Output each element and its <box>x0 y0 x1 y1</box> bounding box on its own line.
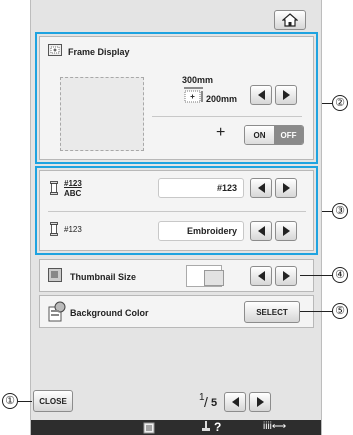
frame-display-panel: Frame Display 300mm 200mm + ON OFF <box>39 36 314 160</box>
thread-display-panel: #123 ABC #123 #123 Embroidery <box>39 170 314 251</box>
frame-size-right-button[interactable] <box>275 85 297 105</box>
thumbnail-size-panel: Thumbnail Size <box>39 259 314 292</box>
arrow-right-icon <box>282 271 290 281</box>
arrow-left-icon <box>257 226 265 236</box>
home-icon <box>282 13 298 27</box>
presser-foot-icon[interactable] <box>201 421 211 434</box>
callout-5-line <box>300 311 332 312</box>
toggle-off-option[interactable]: OFF <box>274 126 303 144</box>
arrow-right-icon <box>256 397 264 407</box>
arrow-right-icon <box>282 183 290 193</box>
page-prev-button[interactable] <box>224 392 246 412</box>
background-color-label: Background Color <box>70 308 149 318</box>
thumbnail-preview-small <box>204 270 224 286</box>
callout-3: ③ <box>332 203 348 219</box>
frame-display-toggle[interactable]: ON OFF <box>244 125 304 145</box>
thumbnail-icon <box>48 268 62 282</box>
callout-4-line <box>300 275 332 276</box>
frame-size-left-button[interactable] <box>250 85 272 105</box>
thread-number-label: #123 <box>64 179 82 188</box>
arrow-left-icon <box>231 397 239 407</box>
page-total: 5 <box>211 397 218 409</box>
thread-number-value: #123 <box>158 178 244 198</box>
frame-size-icon <box>184 87 203 103</box>
background-color-panel: Background Color SELECT <box>39 295 314 328</box>
thumbnail-size-right-button[interactable] <box>275 266 297 286</box>
callout-1: ① <box>2 393 18 409</box>
thread-divider <box>48 211 306 212</box>
page-slash: / <box>204 394 208 410</box>
home-button[interactable] <box>274 10 306 30</box>
thumbnail-size-left-button[interactable] <box>250 266 272 286</box>
arrow-left-icon <box>257 271 265 281</box>
callout-2: ② <box>332 95 348 111</box>
frame-height-value: 200mm <box>206 94 238 104</box>
callout-5: ⑤ <box>332 303 348 319</box>
callout-1-line <box>18 401 32 402</box>
settings-screen: Frame Display 300mm 200mm + ON OFF #123 … <box>30 0 322 435</box>
thread-brand-right-button[interactable] <box>275 221 297 241</box>
arrow-right-icon <box>282 226 290 236</box>
thread-spool-icon <box>50 181 58 195</box>
list-icon[interactable] <box>143 422 155 434</box>
arrow-right-icon <box>282 90 290 100</box>
arrow-left-icon <box>257 90 265 100</box>
thread-brand-value: Embroidery <box>158 221 244 241</box>
thumbnail-size-label: Thumbnail Size <box>70 272 137 282</box>
callout-3-line <box>322 211 332 212</box>
thread-number-left-button[interactable] <box>250 178 272 198</box>
frame-divider <box>152 116 302 117</box>
help-icon[interactable]: ? <box>214 420 221 434</box>
arrow-left-icon <box>257 183 265 193</box>
plus-icon: + <box>216 124 226 141</box>
frame-width-value: 300mm <box>182 75 214 85</box>
frame-display-icon <box>48 44 62 56</box>
thread-number-right-button[interactable] <box>275 178 297 198</box>
page-indicator: 1 / 5 <box>199 392 221 410</box>
thread-brand-label: #123 <box>64 225 82 234</box>
callout-4: ④ <box>332 267 348 283</box>
page-next-button[interactable] <box>249 392 271 412</box>
thread-tension-icon[interactable]: iiii⟷ <box>263 421 286 432</box>
callout-2-line <box>322 103 332 104</box>
background-color-icon <box>48 301 66 322</box>
frame-display-title: Frame Display <box>68 47 130 57</box>
frame-preview <box>60 77 144 151</box>
background-select-button[interactable]: SELECT <box>244 301 300 323</box>
thread-spool-icon <box>50 222 58 236</box>
thread-name-label: ABC <box>64 189 82 198</box>
toggle-on-option[interactable]: ON <box>245 126 274 144</box>
bottom-status-bar: ? iiii⟷ <box>31 420 321 435</box>
thread-brand-left-button[interactable] <box>250 221 272 241</box>
close-button[interactable]: CLOSE <box>33 390 73 412</box>
